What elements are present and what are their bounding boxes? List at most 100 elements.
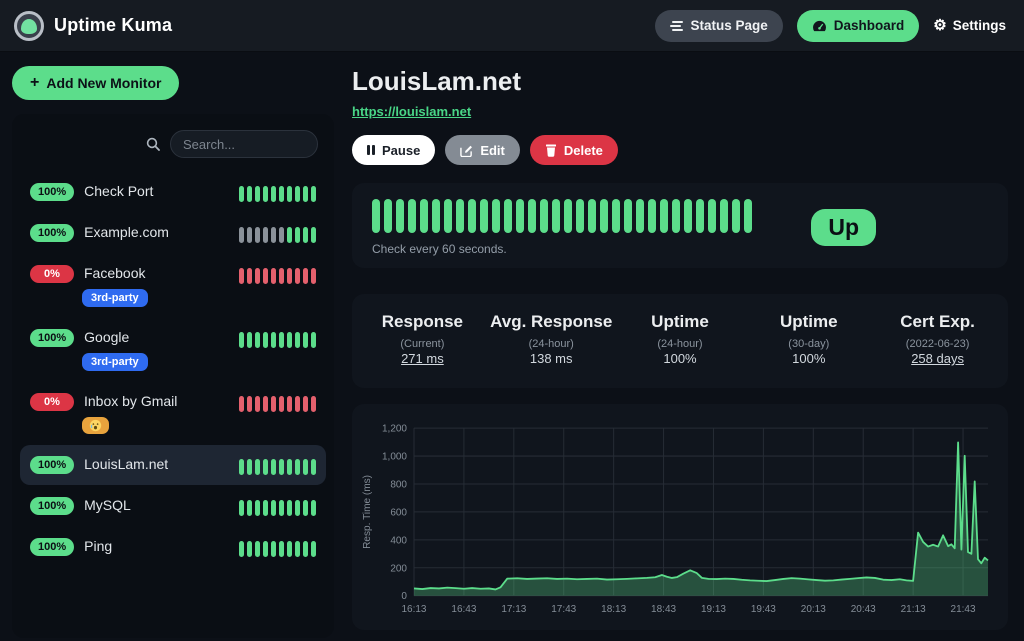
stat-title: Avg. Response bbox=[487, 312, 616, 332]
trash-icon bbox=[545, 144, 557, 157]
svg-text:21:43: 21:43 bbox=[951, 604, 976, 615]
stat-sub: (Current) bbox=[358, 338, 487, 350]
svg-text:1,200: 1,200 bbox=[382, 424, 407, 435]
svg-text:20:13: 20:13 bbox=[801, 604, 826, 615]
main-content: LouisLam.net https://louislam.net Pause … bbox=[352, 62, 1008, 638]
status-badge: Up bbox=[811, 209, 876, 246]
settings-label: Settings bbox=[953, 18, 1006, 33]
svg-text:19:13: 19:13 bbox=[701, 604, 726, 615]
svg-text:16:13: 16:13 bbox=[402, 604, 427, 615]
uptime-kuma-logo-icon bbox=[14, 11, 44, 41]
monitor-row[interactable]: 100%MySQL bbox=[20, 486, 326, 526]
svg-text:17:43: 17:43 bbox=[551, 604, 576, 615]
add-monitor-label: Add New Monitor bbox=[46, 75, 161, 91]
monitor-row[interactable]: 100% Ping bbox=[20, 527, 326, 567]
monitor-name: Ping bbox=[84, 537, 112, 556]
status-page-button[interactable]: Status Page bbox=[655, 10, 782, 42]
stat-title: Cert Exp. bbox=[873, 312, 1002, 332]
heartbeat-mini-bar bbox=[239, 227, 316, 243]
stat-sub: (24-hour) bbox=[616, 338, 745, 350]
svg-text:1,000: 1,000 bbox=[382, 452, 407, 463]
stat-avg-response: Avg. Response (24-hour) 138 ms bbox=[487, 312, 616, 368]
delete-button[interactable]: Delete bbox=[530, 135, 618, 165]
stat-cert-exp: Cert Exp. (2022-06-23) 258 days bbox=[873, 312, 1002, 368]
uptime-badge: 100% bbox=[30, 456, 74, 474]
stat-sub: (24-hour) bbox=[487, 338, 616, 350]
uptime-badge: 100% bbox=[30, 224, 74, 242]
monitor-url-link[interactable]: https://louislam.net bbox=[352, 104, 471, 119]
svg-text:18:43: 18:43 bbox=[651, 604, 676, 615]
svg-text:200: 200 bbox=[390, 563, 407, 574]
monitor-row[interactable]: 100%Check Port bbox=[20, 172, 326, 212]
gear-icon: ⚙ bbox=[933, 18, 946, 33]
stat-title: Uptime bbox=[744, 312, 873, 332]
svg-text:800: 800 bbox=[390, 479, 407, 490]
svg-text:17:13: 17:13 bbox=[501, 604, 526, 615]
navbar: Uptime Kuma Status Page Dashboard ⚙ Sett… bbox=[0, 0, 1024, 52]
pause-icon bbox=[367, 145, 375, 155]
svg-text:Resp. Time (ms): Resp. Time (ms) bbox=[362, 475, 373, 549]
stat-value: 100% bbox=[663, 351, 696, 366]
uptime-badge: 100% bbox=[30, 497, 74, 515]
delete-label: Delete bbox=[564, 143, 603, 158]
dashboard-button[interactable]: Dashboard bbox=[797, 10, 920, 42]
uptime-badge: 100% bbox=[30, 538, 74, 556]
monitor-row[interactable]: 100% Example.com bbox=[20, 213, 326, 253]
monitor-row[interactable]: 100% Google 3rd-party bbox=[20, 318, 326, 381]
status-page-label: Status Page bbox=[690, 18, 767, 33]
svg-text:21:13: 21:13 bbox=[901, 604, 926, 615]
pause-button[interactable]: Pause bbox=[352, 135, 435, 165]
edit-label: Edit bbox=[480, 143, 505, 158]
search-icon bbox=[146, 137, 160, 151]
heartbeat-mini-bar bbox=[239, 459, 316, 475]
monitor-tag: 3rd-party bbox=[82, 289, 148, 307]
monitor-tag: 3rd-party bbox=[82, 353, 148, 371]
uptime-badge: 0% bbox=[30, 265, 74, 283]
stats-panel: Response (Current) 271 ms Avg. Response … bbox=[352, 294, 1008, 388]
heartbeat-mini-bar bbox=[239, 268, 316, 284]
monitor-name: LouisLam.net bbox=[84, 455, 168, 474]
stat-uptime-30d: Uptime (30-day) 100% bbox=[744, 312, 873, 368]
svg-text:600: 600 bbox=[390, 507, 407, 518]
heartbeat-mini-bar bbox=[239, 396, 316, 412]
stat-value[interactable]: 271 ms bbox=[401, 351, 444, 366]
stat-title: Uptime bbox=[616, 312, 745, 332]
app-title: Uptime Kuma bbox=[54, 15, 172, 36]
svg-text:0: 0 bbox=[401, 591, 407, 602]
pause-label: Pause bbox=[382, 143, 420, 158]
crying-face-icon bbox=[82, 417, 109, 434]
tachometer-icon bbox=[812, 20, 827, 32]
svg-text:16:43: 16:43 bbox=[451, 604, 476, 615]
monitor-row[interactable]: 0% Facebook 3rd-party bbox=[20, 254, 326, 317]
stat-title: Response bbox=[358, 312, 487, 332]
monitor-name: Google bbox=[84, 328, 129, 347]
edit-button[interactable]: Edit bbox=[445, 135, 520, 165]
monitor-name: Facebook bbox=[84, 264, 145, 283]
svg-text:20:43: 20:43 bbox=[851, 604, 876, 615]
monitor-name: Example.com bbox=[84, 223, 169, 242]
stream-icon bbox=[670, 20, 683, 32]
svg-text:400: 400 bbox=[390, 535, 407, 546]
sidebar: + Add New Monitor 100%Check Port 100% Exam… bbox=[12, 62, 334, 638]
heartbeat-mini-bar bbox=[239, 541, 316, 557]
plus-icon: + bbox=[30, 74, 39, 92]
uptime-badge: 100% bbox=[30, 329, 74, 347]
app-brand[interactable]: Uptime Kuma bbox=[14, 11, 172, 41]
stat-value[interactable]: 258 days bbox=[911, 351, 964, 366]
monitor-title: LouisLam.net bbox=[352, 66, 1008, 97]
chart-panel: 0 200 400 600 800 1,000 1,200 16:13 16:43 17:13 17… bbox=[352, 404, 1008, 630]
monitor-list: 100%Check Port 100% Example.com 0% Facebook 3… bbox=[20, 172, 326, 567]
monitor-row[interactable]: 0% Inbox by Gmail bbox=[20, 382, 326, 444]
add-new-monitor-button[interactable]: + Add New Monitor bbox=[12, 66, 179, 100]
monitor-row[interactable]: 100% LouisLam.net bbox=[20, 445, 326, 485]
heartbeat-panel: Check every 60 seconds. Up bbox=[352, 183, 1008, 268]
stat-uptime-24h: Uptime (24-hour) 100% bbox=[616, 312, 745, 368]
settings-button[interactable]: ⚙ Settings bbox=[933, 18, 1006, 33]
search-input[interactable] bbox=[170, 130, 318, 158]
dashboard-label: Dashboard bbox=[834, 18, 905, 33]
stat-sub: (2022-06-23) bbox=[873, 338, 1002, 350]
monitor-name: Inbox by Gmail bbox=[84, 392, 177, 411]
stat-response-current: Response (Current) 271 ms bbox=[358, 312, 487, 368]
uptime-badge: 0% bbox=[30, 393, 74, 411]
heartbeat-mini-bar bbox=[239, 186, 316, 202]
